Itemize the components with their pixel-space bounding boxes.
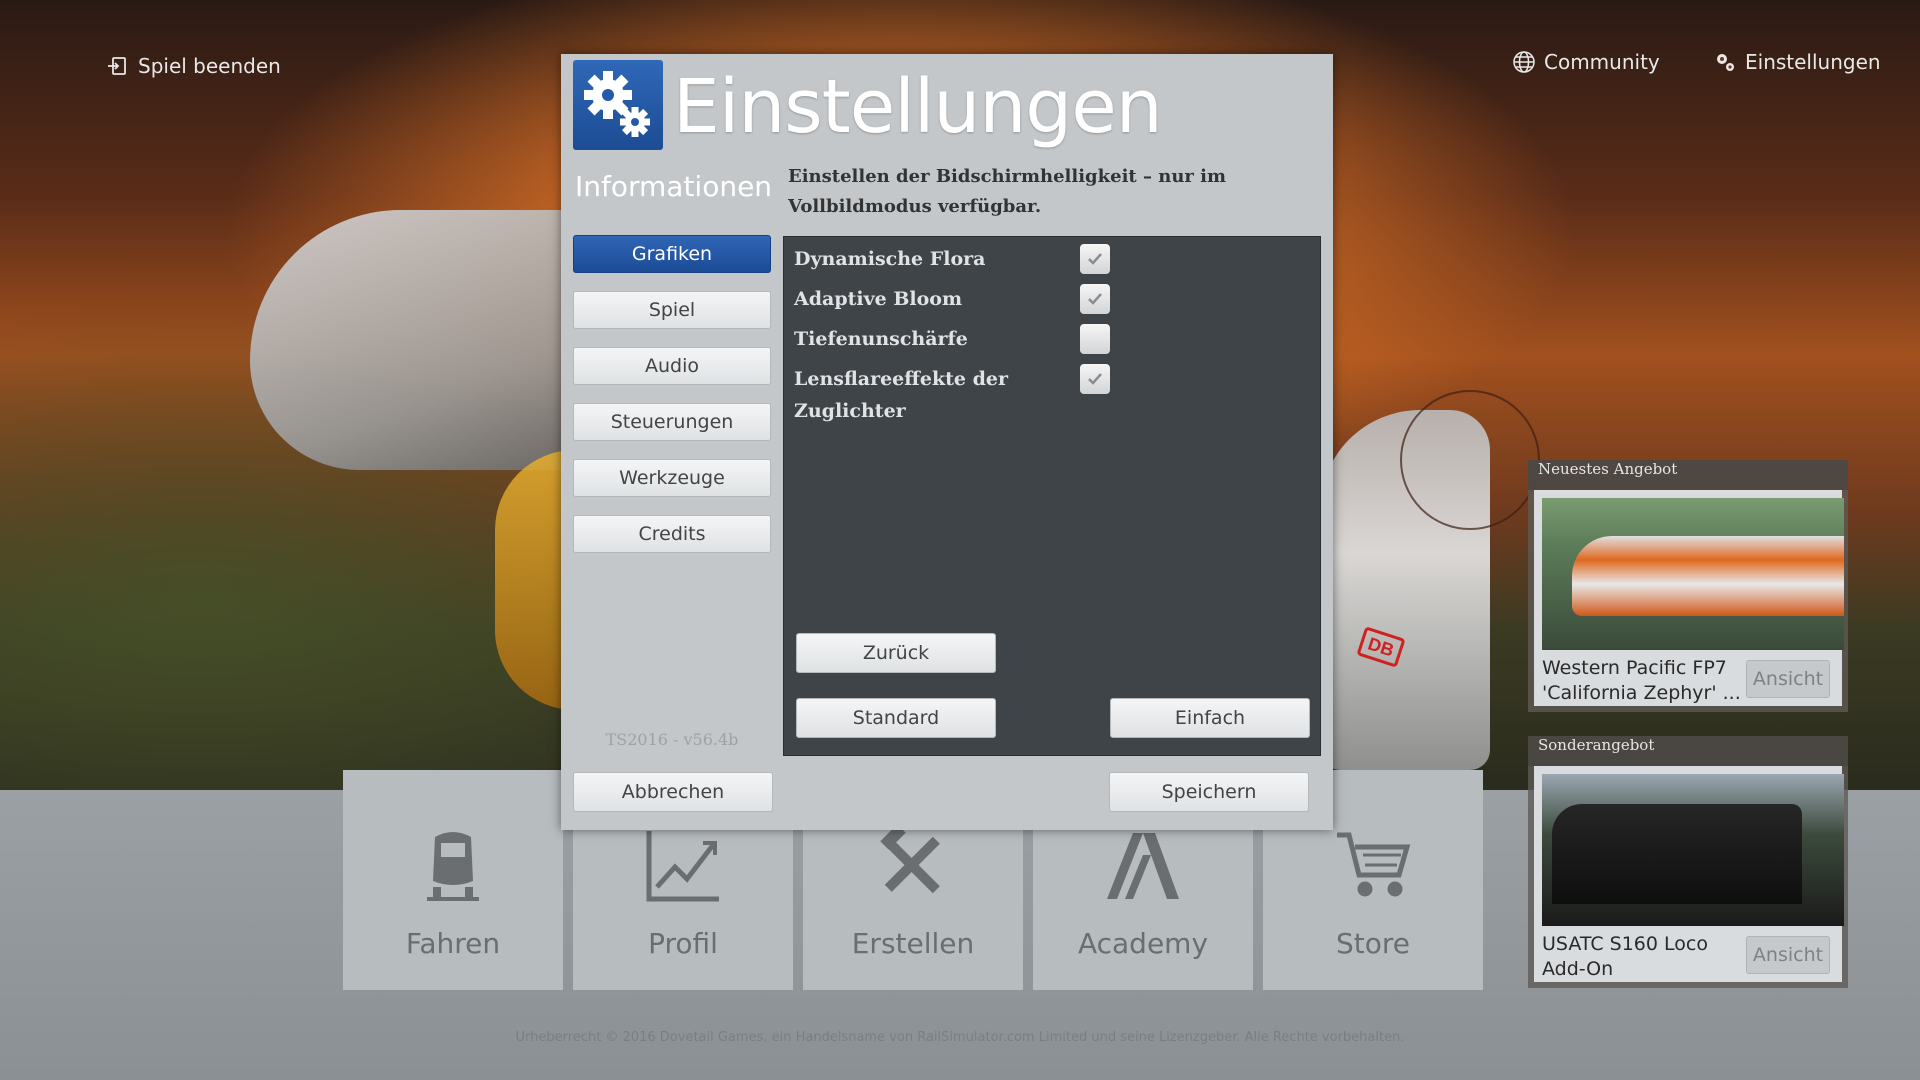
checkmark-icon [1088,293,1102,305]
option-label: Lensflareeffekte der Zuglichter [794,368,1008,422]
option-checkbox-dynamische-flora[interactable] [1080,244,1110,274]
tile-fahren[interactable]: Fahren [343,770,563,990]
offer-name: Western Pacific FP7 'California Zephyr' … [1542,657,1741,704]
sidebar-item-steuerungen[interactable]: Steuerungen [573,403,771,441]
offer-card-newest: Neuestes Angebot Western Pacific FP7 'Ca… [1528,460,1848,712]
offer-image[interactable] [1542,498,1844,650]
academy-icon [1107,833,1179,899]
tile-store-label: Store [1335,927,1410,960]
option-label: Dynamische Flora [794,248,986,270]
option-checkbox-adaptive-bloom[interactable] [1080,284,1110,314]
offer-card-special: Sonderangebot USATC S160 Loco Add-On Ans… [1528,736,1848,988]
sidebar-heading: Informationen [575,170,773,203]
offer-image[interactable] [1542,774,1844,926]
exit-game-label: Spiel beenden [138,54,281,78]
option-label: Adaptive Bloom [794,288,963,310]
offer-heading: Sonderangebot [1528,736,1848,766]
tile-erstellen-label: Erstellen [851,927,975,960]
globe-icon [1513,51,1535,73]
option-label: Tiefenunschärfe [794,328,968,350]
option-checkbox-tiefenunschaerfe[interactable] [1080,324,1110,354]
dialog-title: Einstellungen [673,64,1163,150]
copyright-text: Urheberrecht © 2016 Dovetail Games, ein … [515,1030,1405,1045]
locomotive-image [1552,804,1802,904]
locomotive-image [1572,536,1844,616]
cancel-button[interactable]: Abbrechen [573,772,773,812]
settings-label: Einstellungen [1745,50,1881,74]
offer-body: Western Pacific FP7 'California Zephyr' … [1534,490,1844,706]
sidebar-item-spiel[interactable]: Spiel [573,291,771,329]
sidebar-item-credits[interactable]: Credits [573,515,771,553]
settings-dialog: Einstellungen Informationen Grafiken Spi… [561,54,1333,830]
setting-description: Einstellen der Bidschirmhelligkeit – nur… [788,166,1227,217]
sidebar-item-werkzeuge[interactable]: Werkzeuge [573,459,771,497]
chart-icon [646,831,719,902]
back-button[interactable]: Zurück [796,633,996,673]
gear-icon [1717,54,1734,71]
checkmark-icon [1088,253,1102,265]
background-ferris-wheel [1400,390,1540,530]
settings-link[interactable]: Einstellungen [1713,50,1881,74]
view-offer-button[interactable]: Ansicht [1746,660,1830,698]
offer-name: USATC S160 Loco Add-On [1542,933,1708,980]
community-label: Community [1544,50,1660,74]
simple-button[interactable]: Einfach [1110,698,1310,738]
tools-icon [880,825,940,894]
option-checkbox-lensflare[interactable] [1080,364,1110,394]
sidebar-item-grafiken[interactable]: Grafiken [573,235,771,273]
cart-icon [1337,832,1411,897]
offer-heading: Neuestes Angebot [1528,460,1848,490]
checkmark-icon [1088,373,1102,385]
exit-game-link[interactable]: Spiel beenden [106,54,281,78]
exit-icon [108,57,126,75]
sidebar-item-audio[interactable]: Audio [573,347,771,385]
graphics-options-panel: Dynamische Flora Adaptive Bloom Tiefenun… [783,236,1321,756]
default-button[interactable]: Standard [796,698,996,738]
version-label: TS2016 - v56.4b [605,730,739,749]
offer-body: USATC S160 Loco Add-On Ansicht [1534,766,1844,982]
community-link[interactable]: Community [1512,50,1660,74]
tile-academy-label: Academy [1077,927,1209,960]
train-icon [427,832,479,901]
tile-fahren-label: Fahren [405,927,501,960]
save-button[interactable]: Speichern [1109,772,1309,812]
tile-profil-label: Profil [648,927,718,960]
view-offer-button[interactable]: Ansicht [1746,936,1830,974]
settings-gear-icon [573,60,663,150]
